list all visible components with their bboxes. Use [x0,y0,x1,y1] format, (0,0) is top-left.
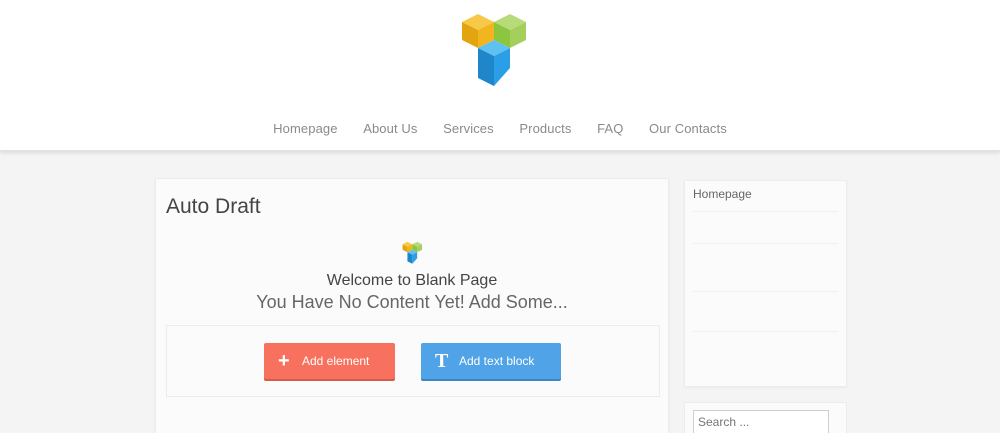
nav-homepage[interactable]: Homepage [273,121,337,136]
sidebar-widget: Homepage [684,180,847,387]
divider [693,211,838,212]
add-element-button[interactable]: + Add element [264,343,395,379]
nav-products[interactable]: Products [519,121,571,136]
search-input[interactable] [693,410,829,433]
cube-logo-icon[interactable] [460,8,526,90]
empty-content-message: You Have No Content Yet! Add Some... [256,292,568,312]
add-text-block-button[interactable]: T Add text block [421,343,561,379]
divider [693,243,838,244]
add-element-label: Add element [302,354,370,368]
plus-icon: + [278,350,290,372]
main-nav: Homepage About Us Services Products FAQ … [0,121,1000,136]
divider [693,331,838,332]
actions-container: + Add element T Add text block [166,325,660,397]
nav-faq[interactable]: FAQ [597,121,623,136]
welcome-heading: Welcome to Blank Page [326,272,498,289]
site-header: Homepage About Us Services Products FAQ … [0,0,1000,151]
sidebar-link-homepage[interactable]: Homepage [693,187,752,201]
search-widget [684,402,847,433]
content-card: Auto Draft Welcome to Blank Page You Hav… [155,178,669,433]
page-title: Auto Draft [166,195,261,218]
nav-services[interactable]: Services [443,121,494,136]
small-cube-logo-icon [402,241,423,264]
nav-our-contacts[interactable]: Our Contacts [649,121,727,136]
nav-about-us[interactable]: About Us [363,121,417,136]
text-icon: T [435,350,449,372]
divider [693,291,838,292]
add-text-block-label: Add text block [459,354,535,368]
